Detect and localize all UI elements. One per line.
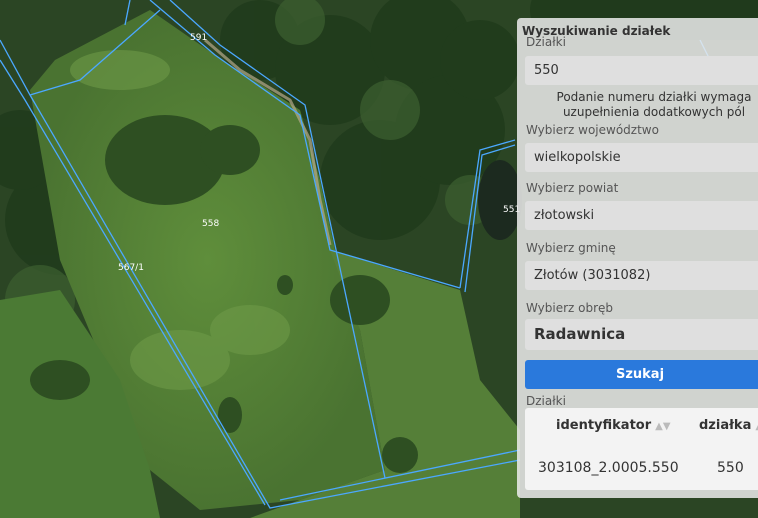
gmina-label: Wybierz gminę bbox=[526, 241, 616, 255]
parcel-label-558: 558 bbox=[202, 219, 219, 229]
results-table: identyfikator▲▼ działka▲▼ 303108_2.0005.… bbox=[525, 408, 758, 490]
column-header-identyfikator[interactable]: identyfikator ▲▼ bbox=[556, 418, 671, 433]
sort-icon[interactable]: ▲▼ bbox=[655, 421, 670, 432]
powiat-select[interactable]: złotowski bbox=[525, 201, 758, 230]
obreb-select[interactable]: Radawnica bbox=[525, 319, 758, 350]
dzialka-label: Działki bbox=[526, 36, 566, 46]
column-header-label: identyfikator bbox=[556, 418, 652, 433]
dzialka-number-input[interactable]: 550 bbox=[525, 56, 758, 85]
column-header-dzialka[interactable]: działka▲▼ bbox=[699, 418, 758, 433]
parcel-number-note: Podanie numeru działki wymaga uzupełnien… bbox=[556, 90, 752, 119]
table-cell-identyfikator[interactable]: 303108_2.0005.550 bbox=[538, 460, 679, 476]
wojewodztwo-select[interactable]: wielkopolskie bbox=[525, 143, 758, 172]
obreb-label: Wybierz obręb bbox=[526, 301, 614, 315]
powiat-label: Wybierz powiat bbox=[526, 181, 619, 195]
gmina-select[interactable]: Złotów (3031082) bbox=[525, 261, 758, 290]
wojewodztwo-label: Wybierz województwo bbox=[526, 123, 659, 137]
parcel-label-591: 591 bbox=[190, 33, 207, 43]
table-cell-dzialka[interactable]: 550 bbox=[717, 460, 744, 476]
column-header-label: działka bbox=[699, 418, 752, 433]
parcel-search-panel: Wyszukiwanie działek Działki 550 Podanie… bbox=[517, 18, 758, 498]
parcel-label-567-1: 567/1 bbox=[118, 263, 144, 273]
results-label: Działki bbox=[526, 394, 566, 408]
search-button[interactable]: Szukaj bbox=[525, 360, 758, 389]
